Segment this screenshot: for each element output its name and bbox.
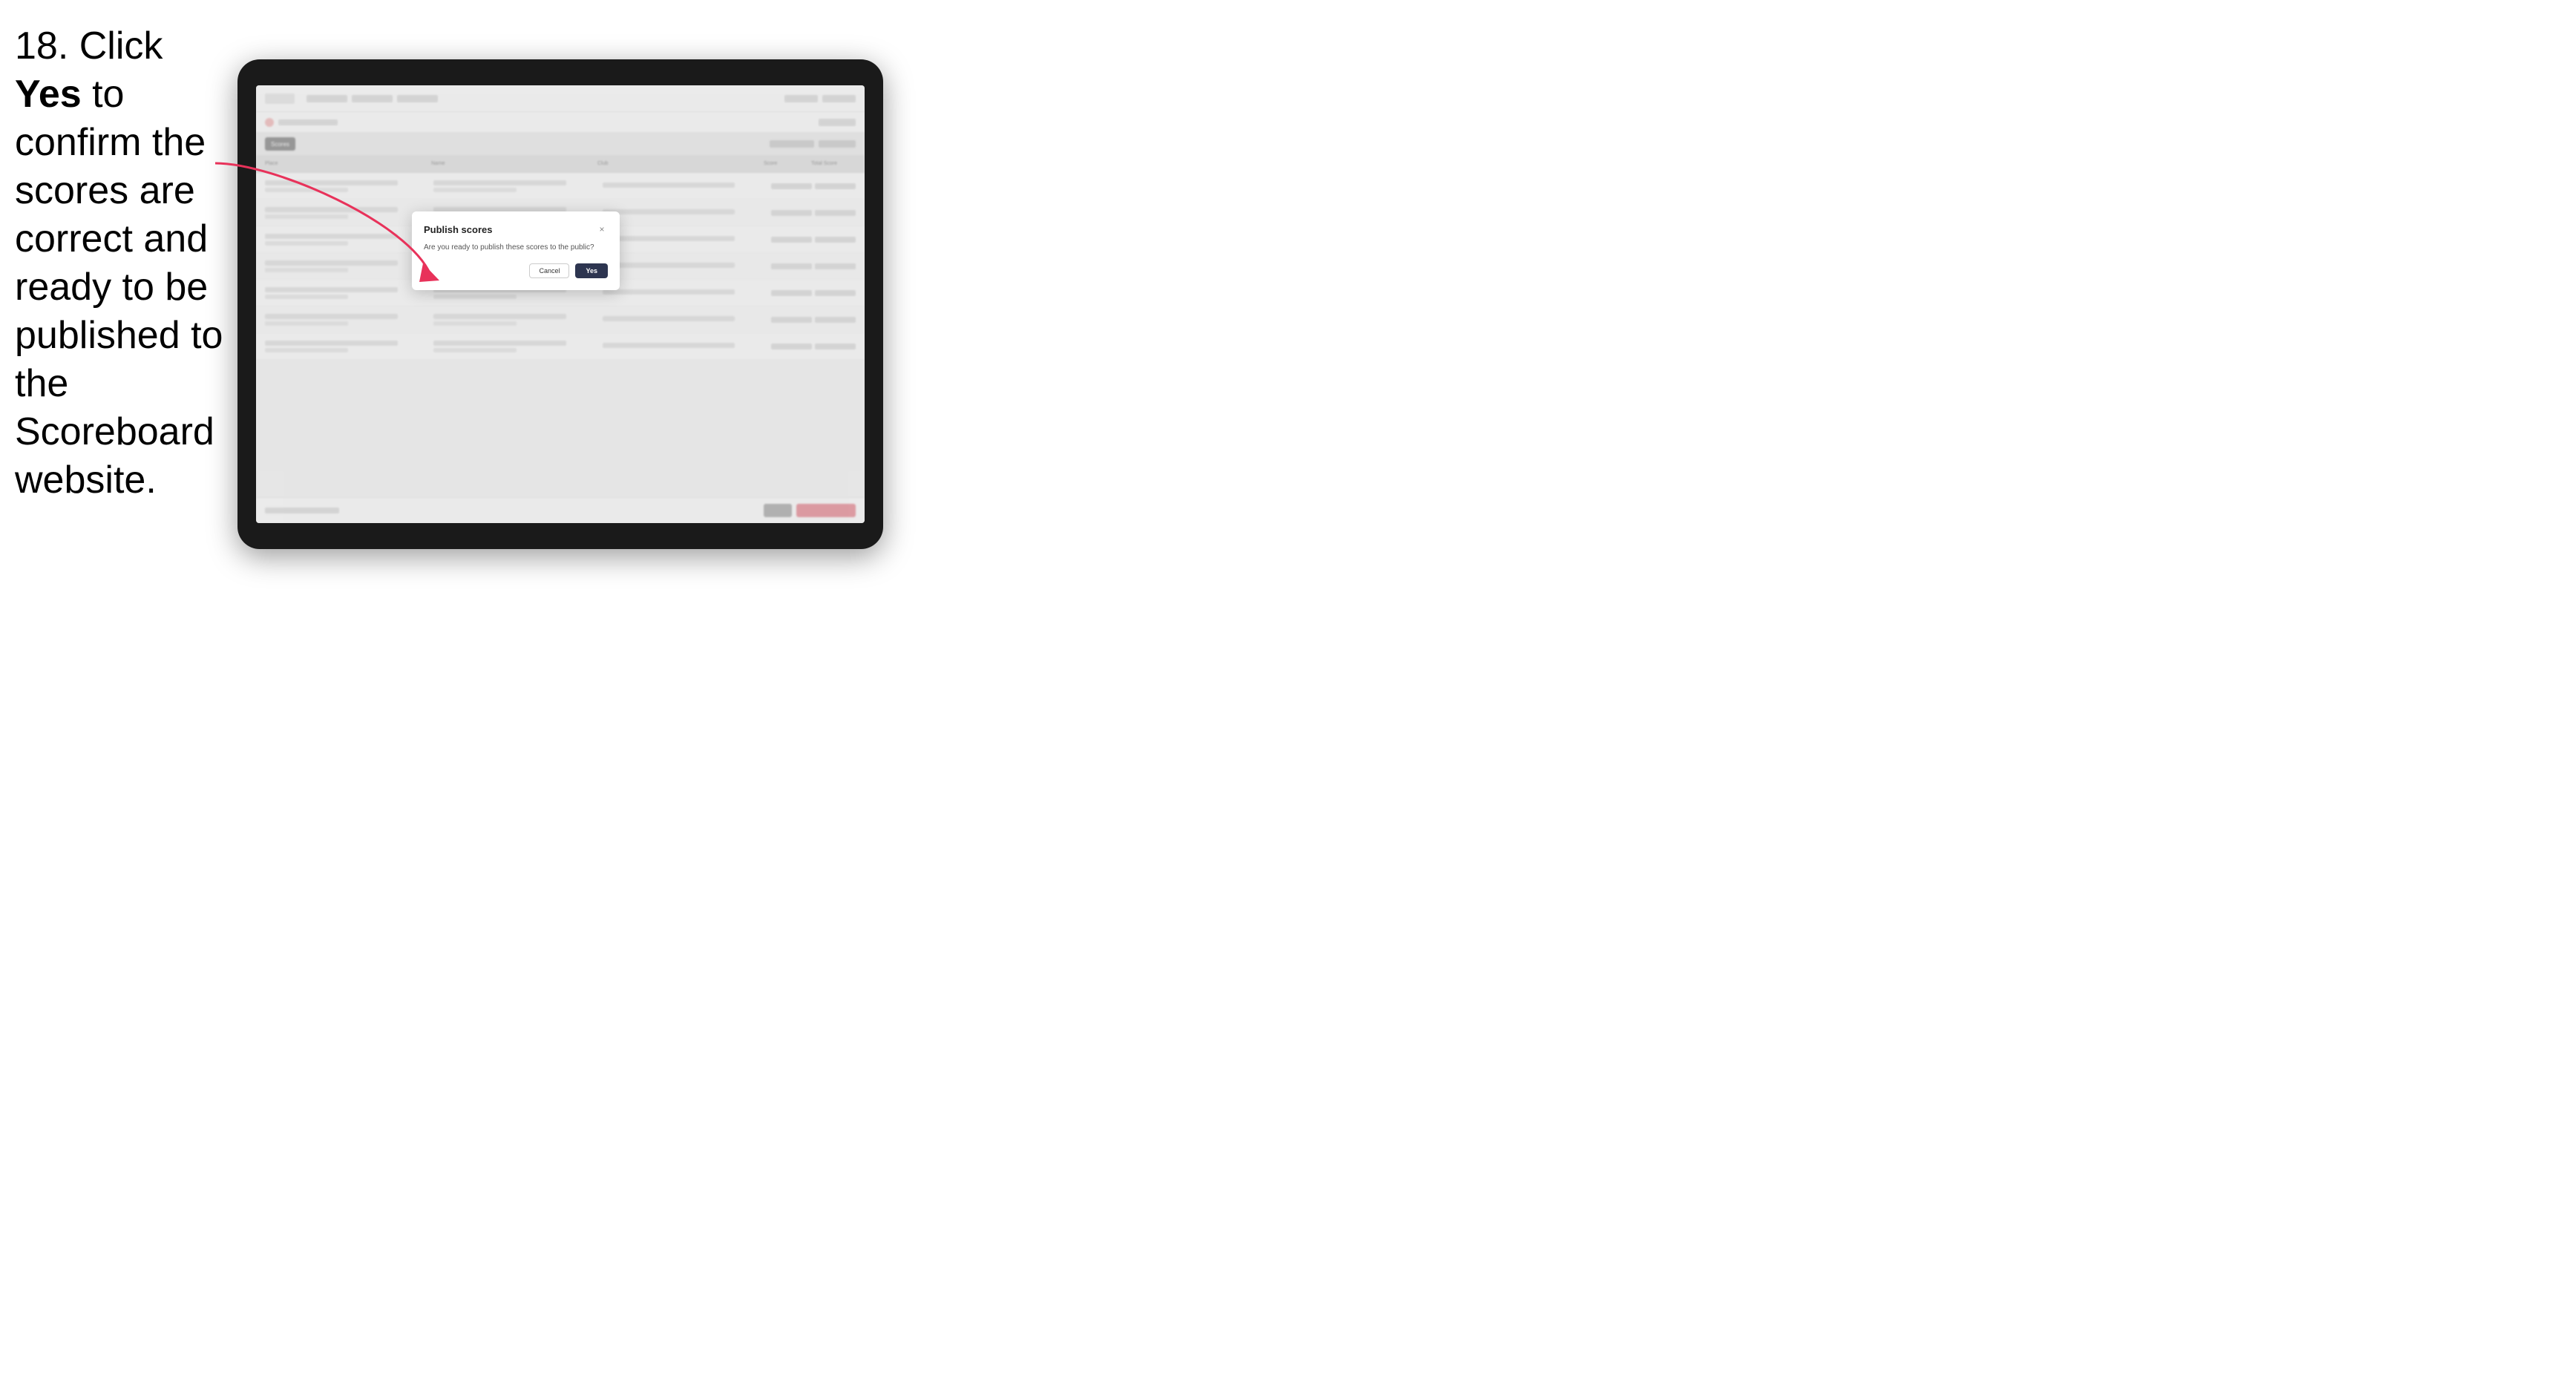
instruction-after: to confirm the scores are correct and re…: [15, 73, 223, 502]
modal-header: Publish scores ×: [424, 223, 608, 235]
yes-button[interactable]: Yes: [575, 263, 608, 278]
instruction-before: Click: [68, 24, 163, 68]
tablet-device: Scores Place Name Club Score Total Score: [237, 59, 883, 549]
modal-footer: Cancel Yes: [424, 263, 608, 278]
modal-overlay: [256, 85, 865, 523]
modal-body-text: Are you ready to publish these scores to…: [424, 243, 608, 253]
modal-title: Publish scores: [424, 224, 492, 235]
step-number: 18.: [15, 24, 68, 68]
cancel-button[interactable]: Cancel: [529, 263, 569, 278]
publish-scores-modal: Publish scores × Are you ready to publis…: [412, 211, 620, 290]
modal-close-button[interactable]: ×: [596, 223, 608, 235]
instruction-text: 18. Click Yes to confirm the scores are …: [15, 22, 230, 505]
bold-yes: Yes: [15, 73, 82, 116]
tablet-screen: Scores Place Name Club Score Total Score: [256, 85, 865, 523]
